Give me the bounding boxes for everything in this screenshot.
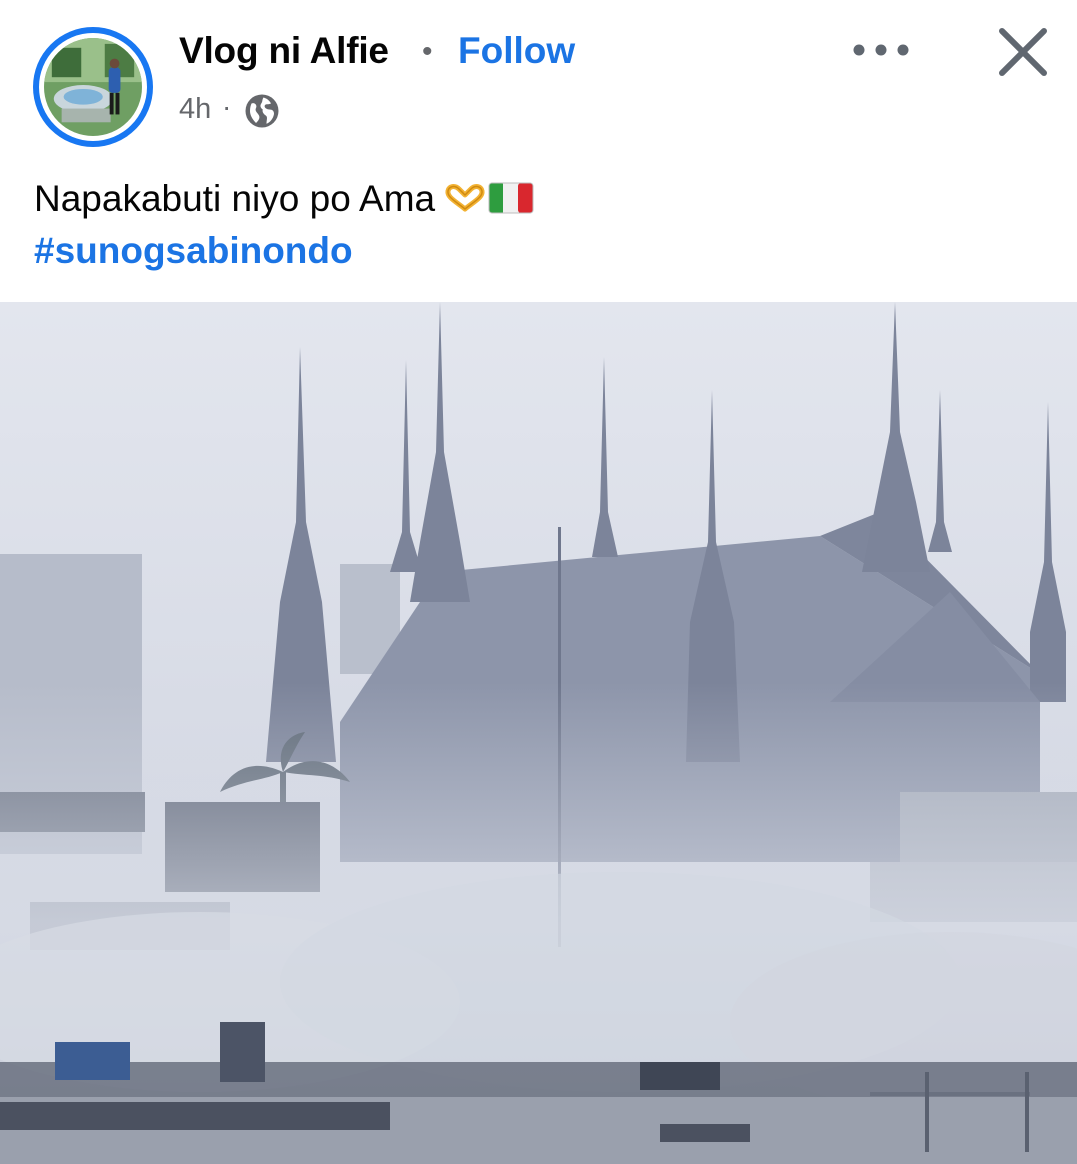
smoke-scene-illustration	[0, 302, 1077, 1164]
close-icon[interactable]	[993, 22, 1053, 82]
heart-hands-emoji-icon	[445, 184, 485, 212]
globe-icon	[245, 94, 279, 128]
author-avatar[interactable]	[33, 27, 153, 147]
post-timestamp[interactable]: 4h	[179, 93, 211, 126]
post-header: Vlog ni Alfie • Follow 4h ·	[0, 0, 1077, 150]
hashtag-link[interactable]: #sunogsabinondo	[34, 230, 353, 272]
name-follow-separator: •	[422, 35, 433, 68]
avatar-border	[39, 33, 147, 141]
author-name[interactable]: Vlog ni Alfie	[179, 30, 389, 72]
caption-text: Napakabuti niyo po Ama	[34, 178, 436, 219]
follow-button[interactable]: Follow	[458, 30, 575, 72]
profile-photo	[44, 38, 142, 136]
more-horizontal-icon[interactable]	[846, 30, 916, 70]
post-photo[interactable]	[0, 302, 1077, 1164]
post-caption: Napakabuti niyo po Ama	[34, 178, 535, 220]
italy-flag-emoji-icon	[488, 182, 534, 214]
timestamp-separator: ·	[222, 91, 232, 122]
